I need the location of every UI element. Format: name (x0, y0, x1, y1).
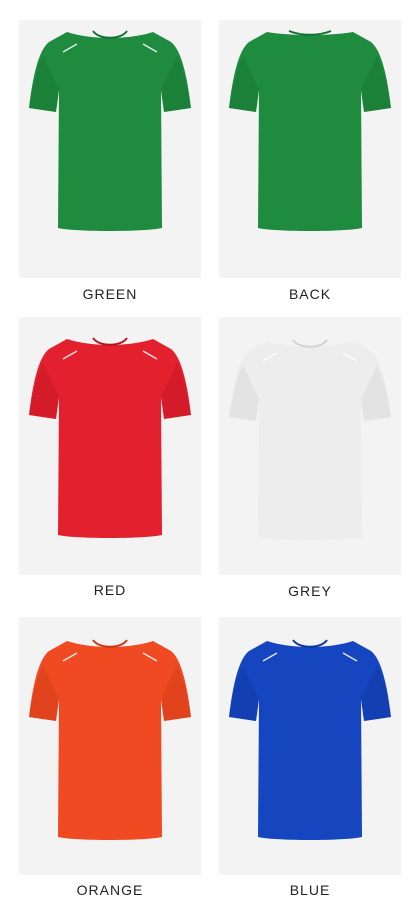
product-label: GREEN (82, 286, 138, 302)
product-label: RED (93, 582, 127, 598)
tshirt-front-image (29, 30, 191, 231)
product-photo-grey (219, 317, 401, 575)
product-photo-green (19, 20, 201, 278)
product-label: GREY (288, 583, 332, 599)
product-label: BLUE (289, 882, 331, 898)
product-photo-orange (19, 617, 201, 875)
product-photo-blue (219, 617, 401, 875)
tshirt-front-image (229, 339, 391, 540)
product-photo-back (219, 20, 401, 278)
tshirt-front-image (29, 639, 191, 840)
tshirt-back-image (229, 30, 391, 231)
product-label: BACK (288, 286, 332, 302)
tshirt-front-image (29, 337, 191, 538)
tshirt-front-image (229, 639, 391, 840)
product-label: ORANGE (76, 882, 144, 898)
product-photo-red (19, 317, 201, 575)
